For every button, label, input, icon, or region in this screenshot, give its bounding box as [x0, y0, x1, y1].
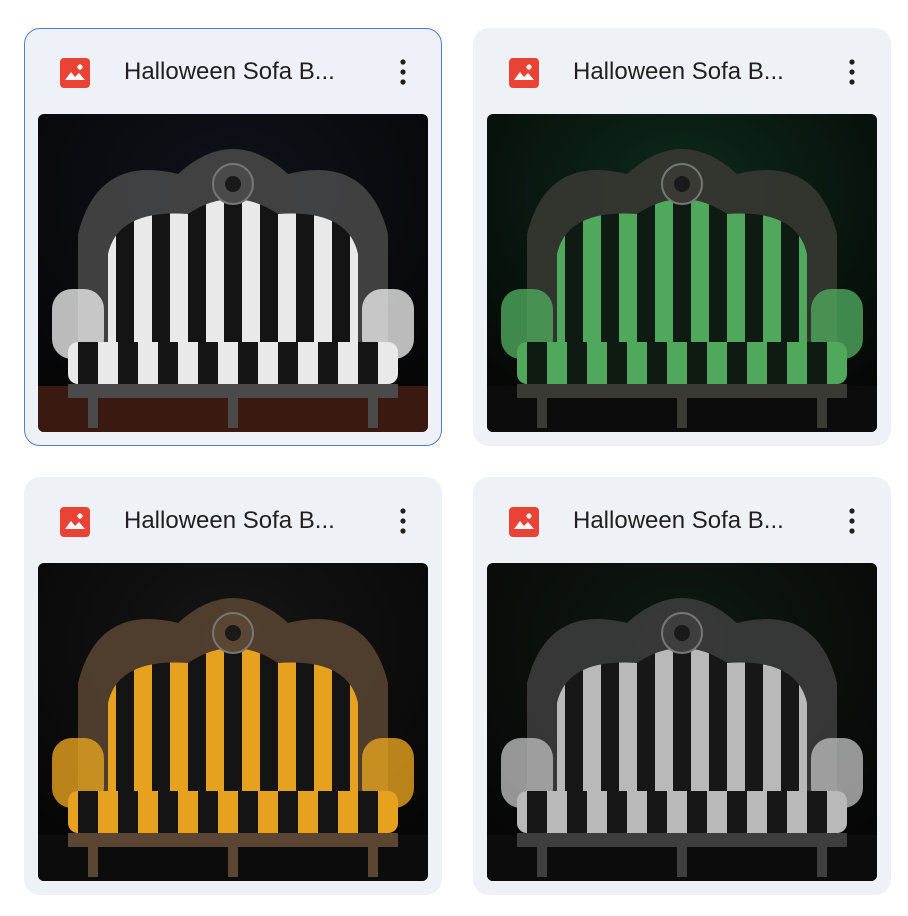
image-thumbnail[interactable] — [487, 563, 877, 881]
file-title: Halloween Sofa B... — [573, 58, 784, 85]
image-thumbnail[interactable] — [38, 114, 428, 432]
more-options-icon[interactable] — [837, 501, 867, 541]
image-file-icon — [509, 507, 539, 537]
file-card[interactable]: Halloween Sofa B... — [24, 477, 442, 895]
image-file-icon — [60, 58, 90, 88]
more-options-icon[interactable] — [388, 52, 418, 92]
file-card[interactable]: Halloween Sofa B... — [24, 28, 442, 446]
more-options-icon[interactable] — [837, 52, 867, 92]
file-card[interactable]: Halloween Sofa B... — [473, 477, 891, 895]
file-card[interactable]: Halloween Sofa B... — [473, 28, 891, 446]
file-grid: Halloween Sofa B... Halloween Sofa B... … — [0, 0, 908, 916]
file-title: Halloween Sofa B... — [573, 507, 784, 534]
image-thumbnail[interactable] — [487, 114, 877, 432]
image-thumbnail[interactable] — [38, 563, 428, 881]
more-options-icon[interactable] — [388, 501, 418, 541]
file-title: Halloween Sofa B... — [124, 58, 335, 85]
image-file-icon — [60, 507, 90, 537]
file-title: Halloween Sofa B... — [124, 507, 335, 534]
image-file-icon — [509, 58, 539, 88]
